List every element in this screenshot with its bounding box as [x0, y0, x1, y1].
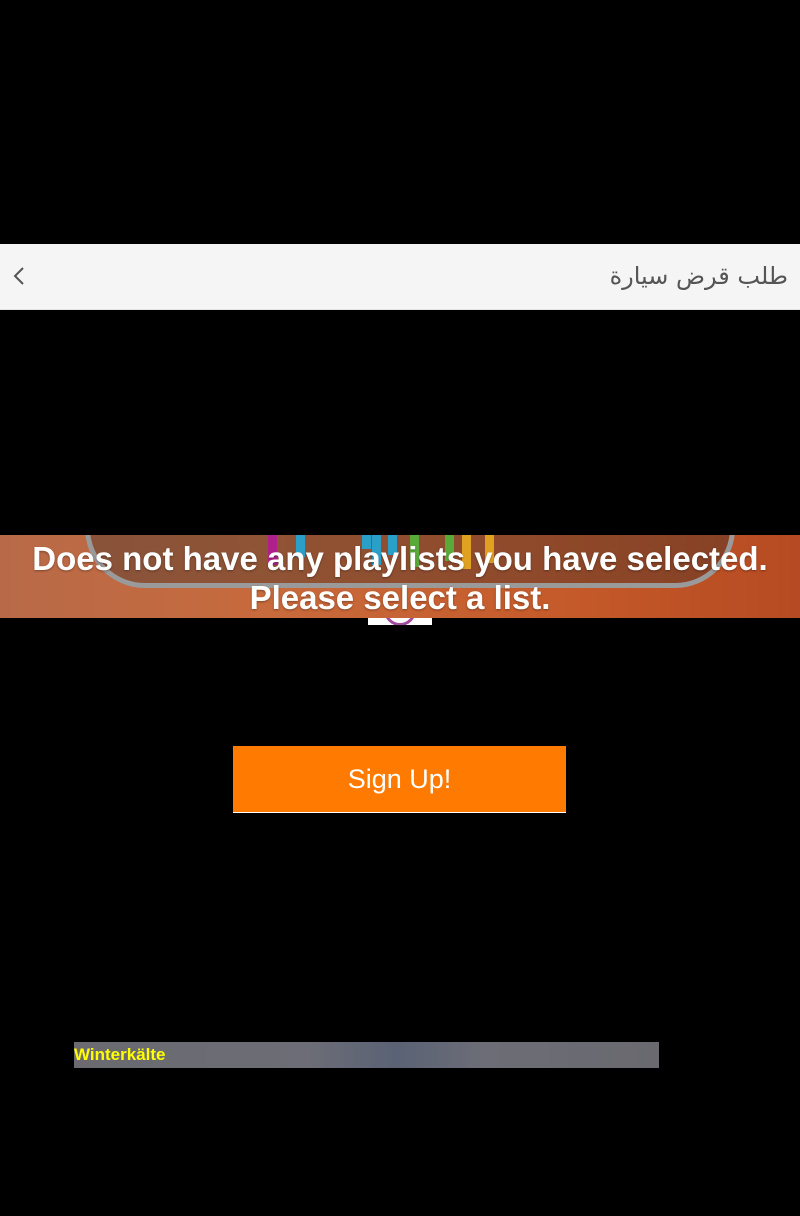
logo-ring-icon — [384, 618, 416, 625]
now-playing-bar[interactable]: Winterkälte — [74, 1042, 659, 1068]
page-title: طلب قرض سيارة — [609, 262, 788, 290]
app-header: طلب قرض سيارة — [0, 244, 800, 310]
top-blank-area — [0, 0, 800, 244]
no-playlist-message: Does not have any playlists you have sel… — [32, 540, 768, 616]
playlist-message-banner: Does not have any playlists you have sel… — [0, 535, 800, 618]
back-button[interactable] — [4, 257, 34, 295]
track-title: Winterkälte — [74, 1045, 166, 1064]
logo-badge — [368, 618, 432, 625]
sign-up-button[interactable]: Sign Up! — [233, 746, 566, 813]
chevron-left-icon — [13, 267, 24, 285]
